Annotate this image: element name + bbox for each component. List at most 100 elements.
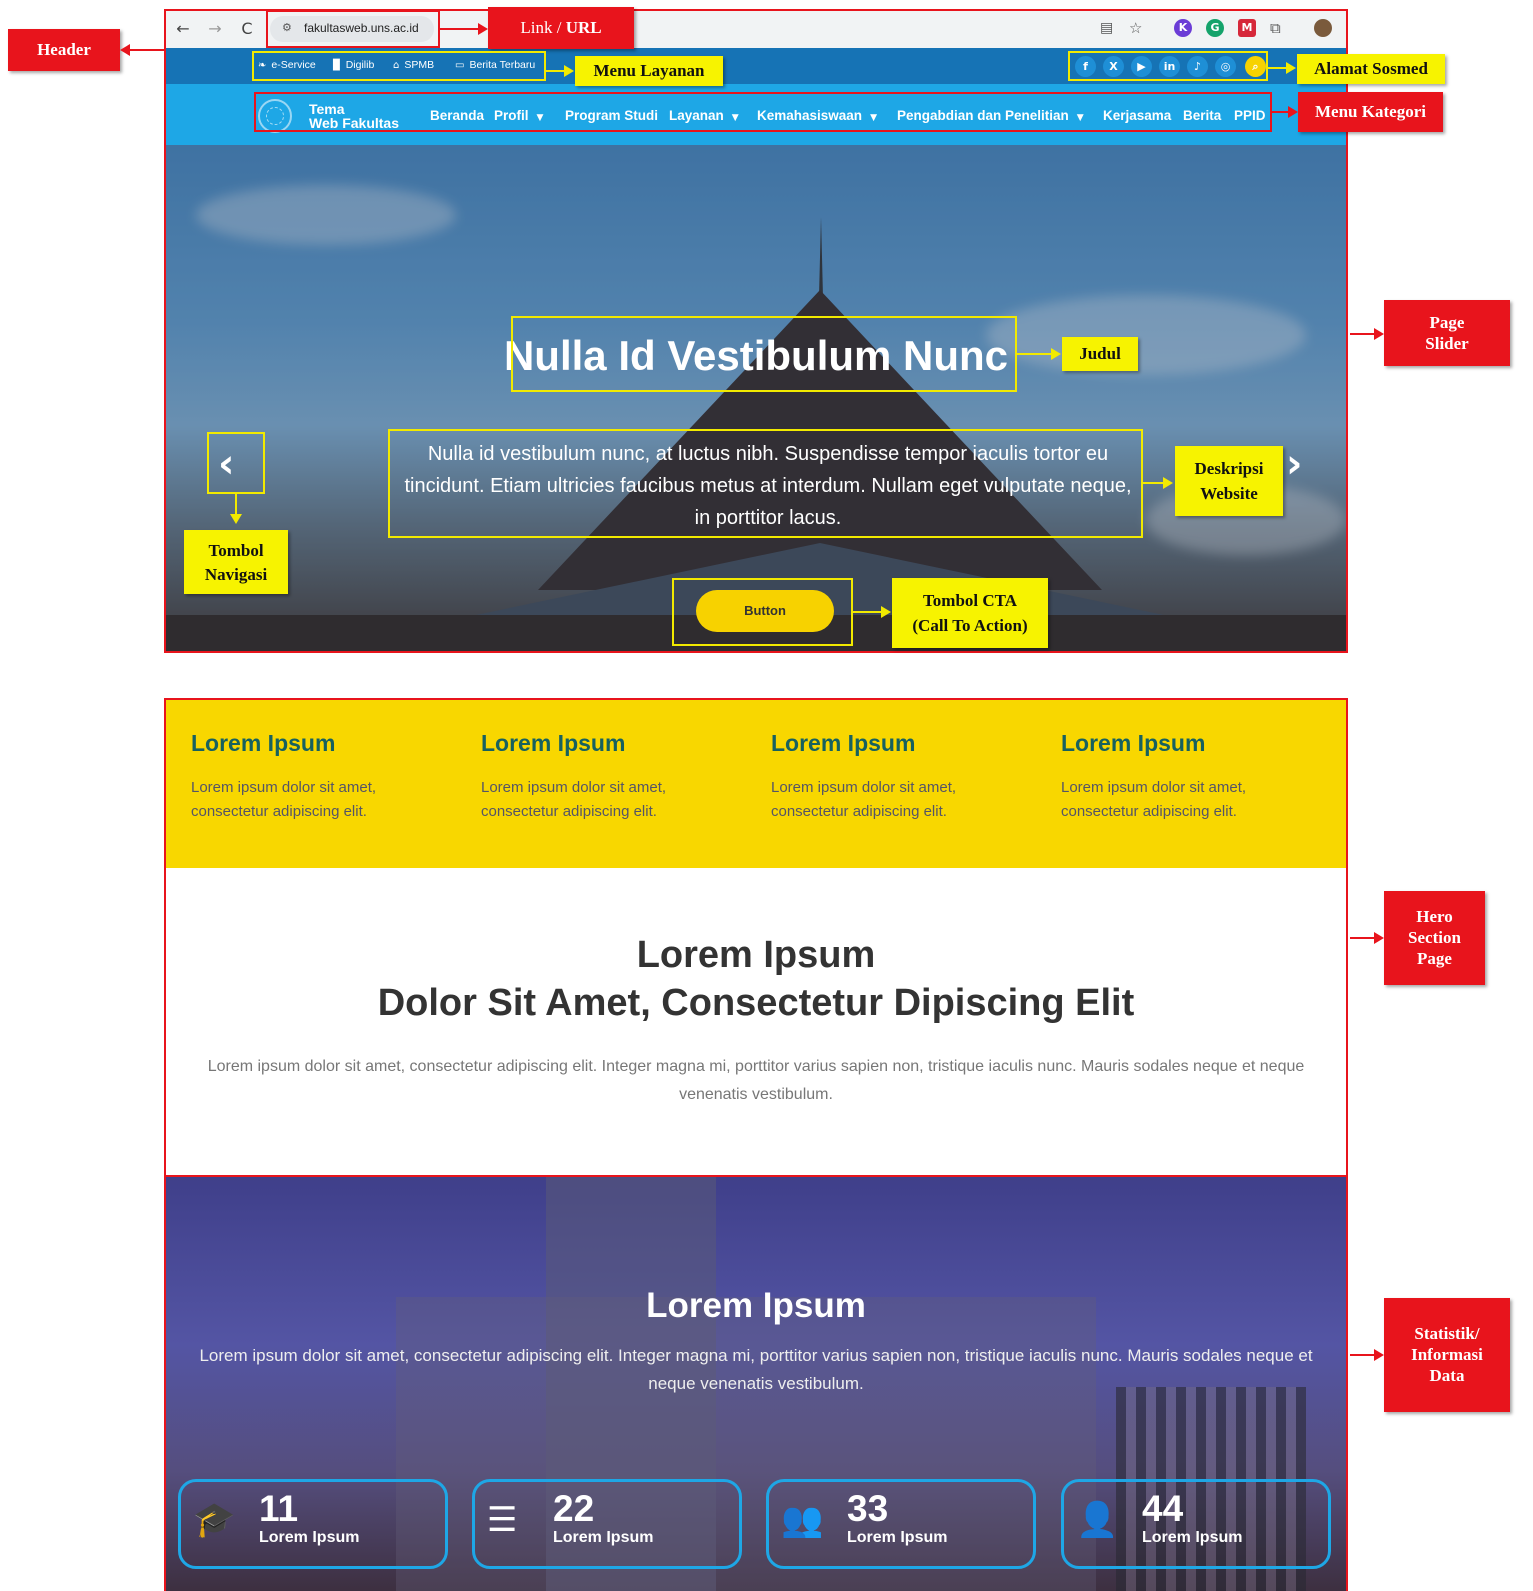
- stats-section: Lorem Ipsum Lorem ipsum dolor sit amet, …: [166, 1177, 1346, 1591]
- annotation-arrowhead: [564, 65, 574, 77]
- annotation-arrowhead: [230, 514, 242, 524]
- annotation-arrow: [1350, 937, 1374, 939]
- stats-title: Lorem Ipsum: [646, 1286, 866, 1325]
- annotation-text: Tombol: [208, 541, 264, 560]
- bookmark-star-icon[interactable]: ☆: [1129, 19, 1142, 37]
- annotation-text: Tombol CTA: [923, 591, 1017, 610]
- annotation-arrowhead: [1286, 62, 1296, 74]
- extension-pdf-icon[interactable]: M: [1238, 19, 1256, 37]
- annotation-deskripsi-website: Deskripsi Website: [1175, 446, 1283, 516]
- users-icon: 👥: [781, 1500, 824, 1540]
- annotation-arrowhead: [1374, 932, 1384, 944]
- extension-grammarly-icon[interactable]: G: [1206, 19, 1224, 37]
- annotation-arrow: [1143, 482, 1163, 484]
- annotation-arrow: [1017, 353, 1051, 355]
- annotation-arrow: [440, 28, 478, 30]
- stat-label: Lorem Ipsum: [1142, 1529, 1243, 1546]
- annotation-link-url: Link / URL: [488, 7, 634, 49]
- stats-text: Lorem ipsum dolor sit amet, consectetur …: [199, 1346, 1313, 1393]
- annotation-box-tombol-navigasi: [207, 432, 265, 494]
- stat-label: Lorem Ipsum: [553, 1529, 654, 1546]
- annotation-header: Header: [8, 29, 120, 71]
- annotation-text: Navigasi: [204, 565, 268, 584]
- extension-k-icon[interactable]: K: [1174, 19, 1192, 37]
- annotation-box-judul: [511, 316, 1017, 392]
- annotation-text: Slider: [1425, 334, 1469, 353]
- annotation-statistik: Statistik/Informasi Data: [1384, 1298, 1510, 1412]
- annotation-text: URL: [565, 18, 602, 37]
- annotation-arrow: [1350, 333, 1374, 335]
- reload-icon[interactable]: C: [236, 18, 258, 40]
- annotation-page-slider: Page Slider: [1384, 300, 1510, 366]
- annotation-arrowhead: [120, 44, 130, 56]
- annotation-box-deskripsi: [388, 429, 1143, 538]
- feature-title: Lorem Ipsum: [481, 730, 626, 756]
- back-icon[interactable]: ←: [172, 18, 194, 40]
- stat-card: 🎓 11 Lorem Ipsum: [178, 1479, 448, 1569]
- annotation-text: Data: [1429, 1366, 1465, 1385]
- graduation-cap-icon: 🎓: [193, 1500, 236, 1540]
- annotation-text: Link /: [520, 18, 566, 37]
- page-slider: Nulla Id Vestibulum Nunc Nulla id vestib…: [166, 145, 1346, 651]
- annotation-box-url: [266, 10, 440, 48]
- annotation-arrow: [853, 611, 881, 613]
- stat-card: 👥 33 Lorem Ipsum: [766, 1479, 1036, 1569]
- annotation-text: Informasi: [1411, 1345, 1483, 1364]
- list-icon: ☰: [487, 1500, 518, 1540]
- extensions-puzzle-icon[interactable]: ⧉: [1270, 19, 1281, 37]
- feature-text: Lorem ipsum dolor sit amet, consectetur …: [771, 779, 957, 820]
- annotation-arrowhead: [1288, 106, 1298, 118]
- hero-subtitle: Dolor Sit Amet, Consectetur Dipiscing El…: [377, 982, 1135, 1024]
- annotation-text: Page: [1417, 949, 1452, 968]
- annotation-menu-kategori: Menu Kategori: [1298, 92, 1443, 132]
- annotation-box-cta: [672, 578, 853, 646]
- annotation-arrowhead: [881, 606, 891, 618]
- feature-band: Lorem Ipsum Lorem ipsum dolor sit amet, …: [166, 700, 1346, 868]
- annotation-box-menu-kategori: [254, 92, 1272, 132]
- feature-title: Lorem Ipsum: [1061, 730, 1206, 756]
- feature-title: Lorem Ipsum: [191, 730, 336, 756]
- hero-section: Lorem Ipsum Dolor Sit Amet, Consectetur …: [166, 868, 1346, 1177]
- stat-number: 33: [847, 1488, 889, 1529]
- stat-card: ☰ 22 Lorem Ipsum: [472, 1479, 742, 1569]
- annotation-arrow: [235, 494, 237, 514]
- feature-text: Lorem ipsum dolor sit amet, consectetur …: [1061, 779, 1247, 820]
- annotation-arrowhead: [478, 23, 488, 35]
- feature-title: Lorem Ipsum: [771, 730, 916, 756]
- feature-text: Lorem ipsum dolor sit amet, consectetur …: [191, 779, 377, 820]
- stat-number: 44: [1142, 1488, 1184, 1529]
- user-icon: 👤: [1076, 1500, 1119, 1540]
- annotation-text: Website: [1200, 484, 1258, 503]
- annotation-text: Hero: [1416, 907, 1453, 926]
- annotation-menu-layanan: Menu Layanan: [575, 56, 723, 86]
- stat-number: 11: [259, 1488, 299, 1529]
- stat-number: 22: [553, 1488, 595, 1529]
- annotation-hero-section: Hero Section Page: [1384, 891, 1485, 985]
- annotation-tombol-cta: Tombol CTA (Call To Action): [892, 578, 1048, 648]
- slider-next-icon[interactable]: ›: [1286, 441, 1302, 487]
- stat-card: 👤 44 Lorem Ipsum: [1061, 1479, 1331, 1569]
- annotation-alamat-sosmed: Alamat Sosmed: [1297, 54, 1445, 84]
- annotation-arrowhead: [1374, 1349, 1384, 1361]
- annotation-tombol-navigasi: Tombol Navigasi: [184, 530, 288, 594]
- stat-label: Lorem Ipsum: [847, 1529, 948, 1546]
- stat-label: Lorem Ipsum: [259, 1529, 360, 1546]
- hero-title: Lorem Ipsum: [636, 934, 876, 976]
- feature-text: Lorem ipsum dolor sit amet, consectetur …: [481, 779, 667, 820]
- annotation-text: Deskripsi: [1194, 459, 1264, 478]
- annotation-box-sosmed: [1068, 51, 1268, 81]
- forward-icon[interactable]: →: [204, 18, 226, 40]
- annotation-arrow: [1350, 1354, 1374, 1356]
- profile-avatar[interactable]: [1314, 19, 1332, 37]
- website-bottom-frame: Lorem Ipsum Lorem ipsum dolor sit amet, …: [164, 698, 1348, 1591]
- annotation-text: Section: [1408, 928, 1461, 947]
- translate-icon[interactable]: ▤: [1100, 20, 1113, 36]
- annotation-text: Statistik/: [1414, 1324, 1480, 1343]
- slider-overlay: [166, 145, 1346, 651]
- annotation-text: (Call To Action): [912, 616, 1028, 635]
- annotation-text: Page: [1429, 313, 1465, 332]
- annotation-arrowhead: [1051, 348, 1061, 360]
- annotation-arrowhead: [1374, 328, 1384, 340]
- annotation-arrow: [1272, 111, 1288, 113]
- annotation-box-menu-layanan: [252, 51, 546, 81]
